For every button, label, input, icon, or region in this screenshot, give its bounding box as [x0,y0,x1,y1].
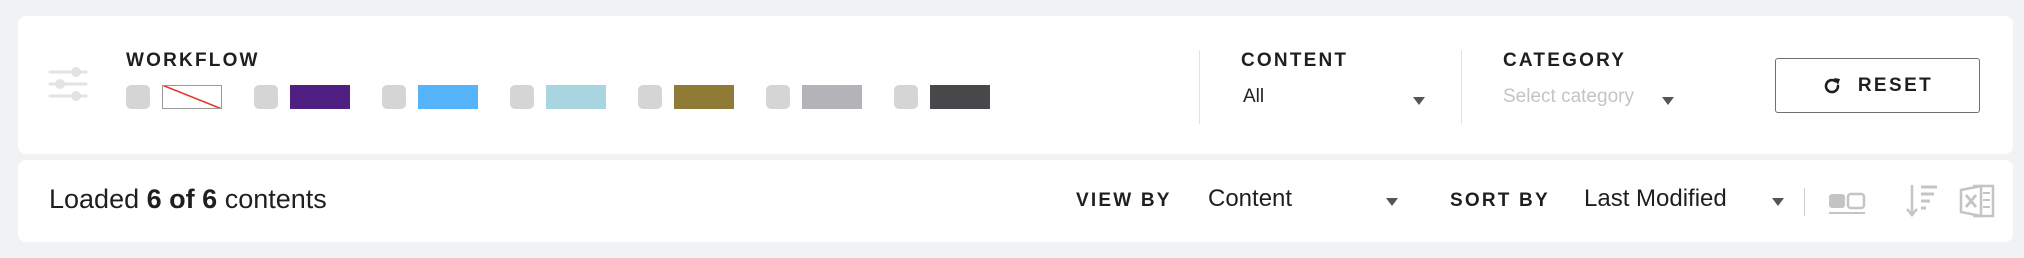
chevron-down-icon [1386,198,1398,206]
workflow-label: WORKFLOW [126,50,260,71]
no-color-swatch [162,85,222,109]
toggle-view-icon[interactable] [1828,182,1866,220]
view-by-label: VIEW BY [1076,190,1172,211]
workflow-checkbox[interactable] [254,85,278,109]
color-swatch [290,85,350,109]
loaded-count-text: Loaded 6 of 6 contents [49,184,327,215]
workflow-filter-item[interactable] [766,85,862,109]
content-label: CONTENT [1241,50,1349,71]
sort-descending-icon[interactable] [1904,182,1942,220]
workflow-checkbox[interactable] [126,85,150,109]
workflow-checkbox[interactable] [766,85,790,109]
workflow-checkbox[interactable] [894,85,918,109]
workflow-filter-item[interactable] [126,85,222,109]
loaded-of: of [169,184,195,214]
excel-export-icon[interactable] [1959,182,1997,220]
divider [1199,50,1200,124]
loaded-suffix: contents [224,184,327,214]
reset-button[interactable]: RESET [1775,58,1980,113]
loaded-prefix: Loaded [49,184,140,214]
view-by-select[interactable]: Content [1208,178,1418,224]
category-select-placeholder: Select category [1503,86,1634,107]
results-toolbar: Loaded 6 of 6 contents VIEW BY Content S… [18,160,2013,242]
workflow-filter-item[interactable] [254,85,350,109]
workflow-filter-item[interactable] [510,85,606,109]
sort-by-select[interactable]: Last Modified [1584,178,1794,224]
color-swatch [546,85,606,109]
workflow-checkbox[interactable] [638,85,662,109]
sort-by-value: Last Modified [1584,185,1727,212]
content-select[interactable]: All [1243,84,1433,118]
category-select[interactable]: Select category [1503,84,1683,118]
chevron-down-icon [1413,97,1425,105]
view-by-value: Content [1208,185,1293,212]
divider [1461,50,1462,124]
color-swatch [930,85,990,109]
workflow-filter-item[interactable] [638,85,734,109]
divider [1804,188,1805,216]
sliders-icon[interactable] [48,64,88,104]
category-label: CATEGORY [1503,50,1627,71]
workflow-filter-item[interactable] [894,85,990,109]
workflow-checkbox[interactable] [510,85,534,109]
color-swatch [418,85,478,109]
loaded-total: 6 [202,184,218,214]
loaded-count: 6 [146,184,162,214]
reset-button-label: RESET [1857,74,1934,96]
refresh-icon [1824,77,1840,93]
sort-by-label: SORT BY [1450,190,1550,211]
workflow-filter-list [126,85,1022,109]
color-swatch [802,85,862,109]
filter-panel: WORKFLOW CONTENT All CATEGORY Select cat… [18,16,2013,154]
chevron-down-icon [1772,198,1784,206]
chevron-down-icon [1662,97,1674,105]
workflow-checkbox[interactable] [382,85,406,109]
workflow-filter-item[interactable] [382,85,478,109]
color-swatch [674,85,734,109]
content-select-value: All [1243,86,1265,107]
